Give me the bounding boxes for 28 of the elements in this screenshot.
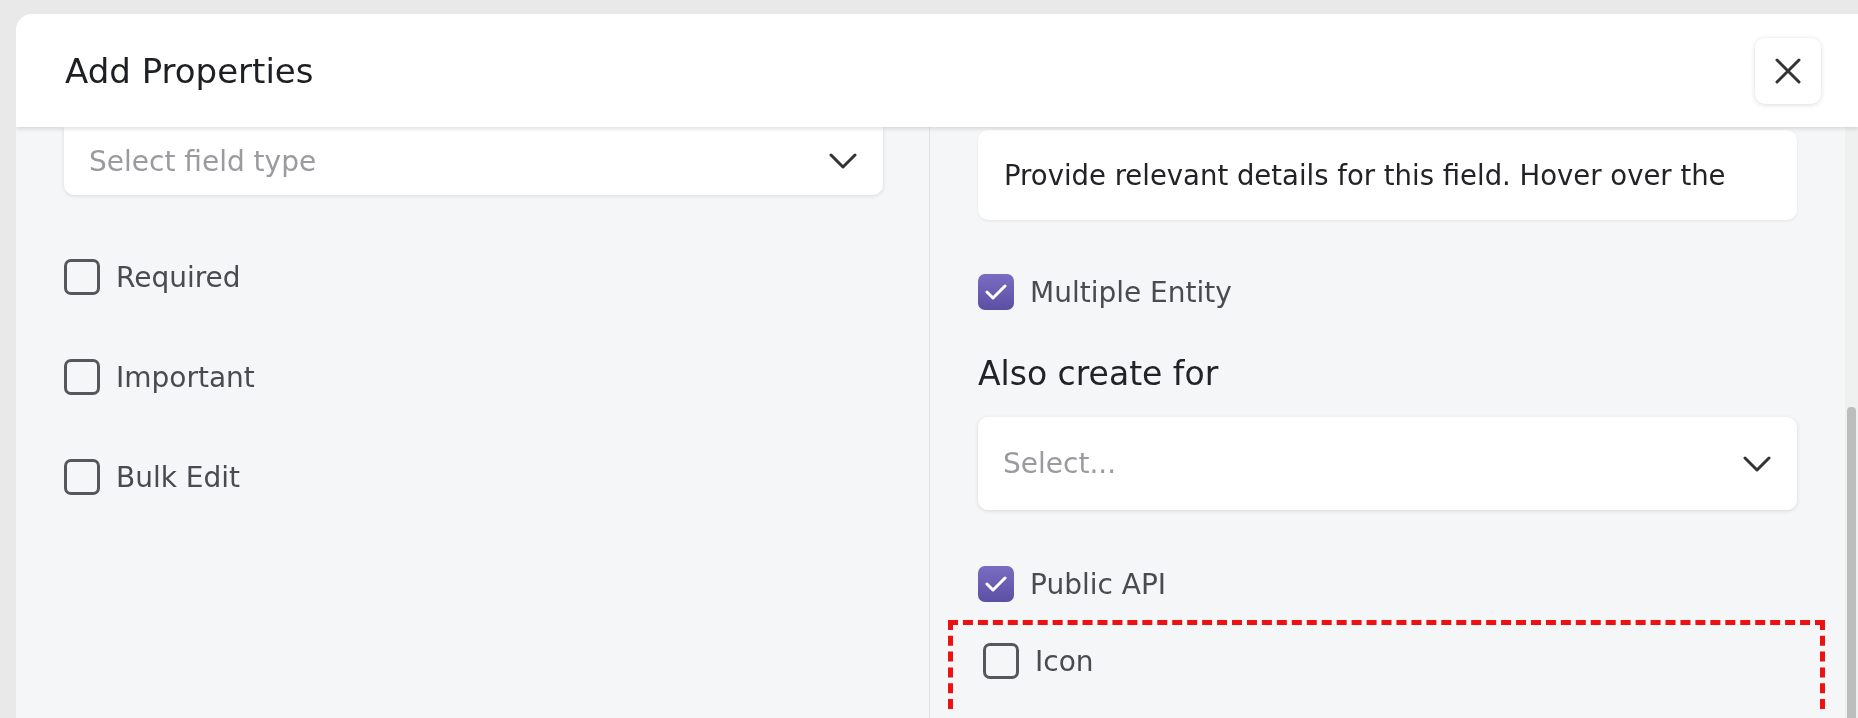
checkmark-icon <box>985 576 1007 592</box>
field-type-select[interactable]: Select field type <box>64 127 883 195</box>
checkbox[interactable] <box>983 643 1019 679</box>
close-button[interactable] <box>1755 37 1821 104</box>
checkbox-label: Bulk Edit <box>116 460 241 494</box>
checkbox-label: Required <box>116 260 241 294</box>
checkbox[interactable] <box>978 566 1014 602</box>
checkbox-label: Icon <box>1035 644 1094 678</box>
checkmark-icon <box>985 284 1007 300</box>
description-field[interactable]: Provide relevant details for this field. Hover over the <box>978 130 1797 220</box>
section-heading: Also create for <box>978 354 1220 393</box>
select-placeholder: Select... <box>1003 447 1117 480</box>
scrollbar-thumb[interactable] <box>1847 407 1856 718</box>
also-create-for-select[interactable]: Select... <box>978 417 1797 510</box>
checkbox[interactable] <box>64 259 100 295</box>
checkbox[interactable] <box>64 459 100 495</box>
checkbox-label: Important <box>116 360 255 394</box>
scrollbar[interactable] <box>1845 127 1858 718</box>
checkbox[interactable] <box>64 359 100 395</box>
field-value: Provide relevant details for this field. Hover over the <box>1004 159 1726 191</box>
checkbox[interactable] <box>978 274 1014 310</box>
close-icon <box>1774 56 1802 85</box>
checkbox-label: Public API <box>1030 567 1167 601</box>
checkbox-label: Multiple Entity <box>1030 275 1232 309</box>
dialog-title: Add Properties <box>65 50 314 91</box>
chevron-down-icon <box>1743 455 1771 472</box>
select-placeholder: Select field type <box>89 144 317 178</box>
chevron-down-icon <box>829 153 857 169</box>
